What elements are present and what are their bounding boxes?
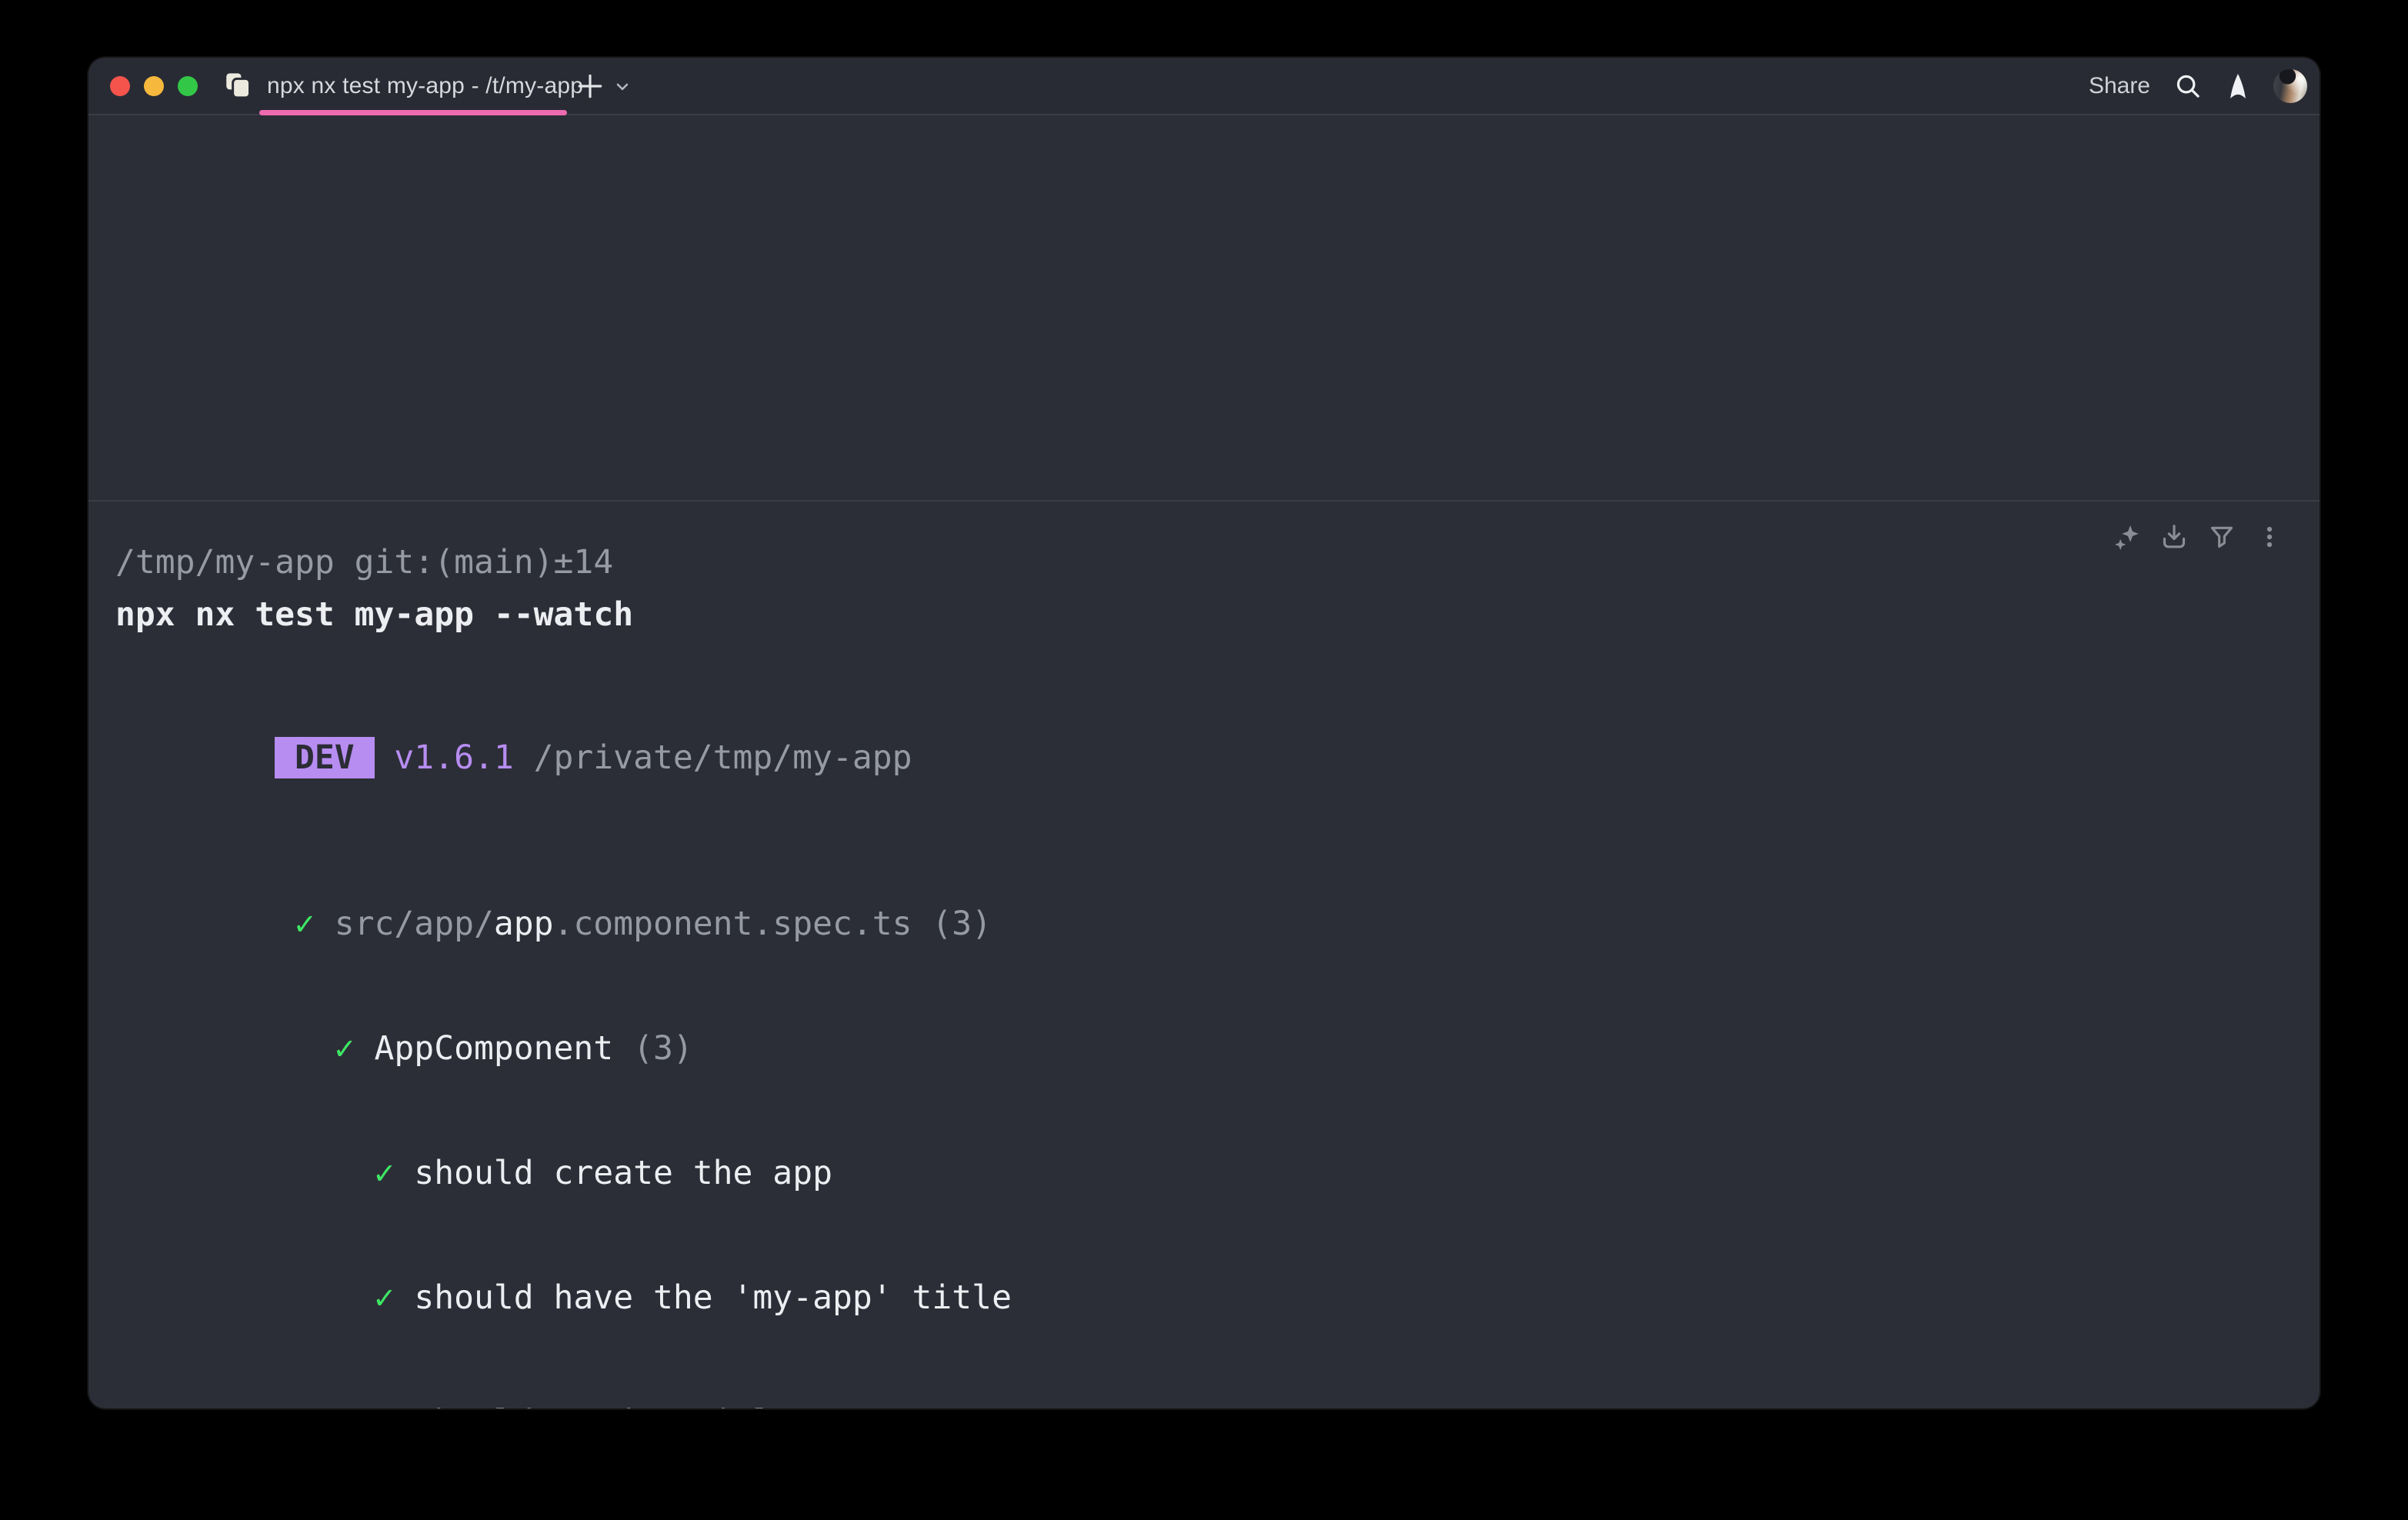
tab-bar-right: Share (2089, 69, 2307, 103)
test-case-row: ✓ should render title (115, 1360, 2289, 1408)
test-case-name: should render title (414, 1403, 792, 1408)
file-dir: src/app/ (335, 905, 494, 943)
tab-title: npx nx test my-app - /t/my-app (267, 73, 583, 99)
project-path: /private/tmp/my-app (534, 738, 912, 777)
download-icon[interactable] (2159, 522, 2190, 552)
zoom-window-button[interactable] (178, 76, 198, 96)
check-icon: ✓ (375, 1278, 395, 1317)
new-tab-icon[interactable] (575, 72, 605, 101)
close-window-button[interactable] (110, 76, 130, 96)
blank-line (115, 820, 2289, 862)
command-text: npx nx test my-app --watch (115, 594, 2289, 635)
test-case-row: ✓ should create the app (115, 1111, 2289, 1235)
terminal-scrollback (88, 115, 2320, 500)
test-suite-row: ✓ AppComponent (3) (115, 986, 2289, 1111)
minimize-window-button[interactable] (144, 76, 164, 96)
filter-icon[interactable] (2206, 522, 2237, 552)
traffic-lights (110, 76, 198, 96)
file-name-rest: .component.spec.ts (554, 905, 912, 943)
terminal-window: npx nx test my-app - /t/my-app Share (88, 58, 2320, 1408)
check-icon: ✓ (335, 1029, 355, 1068)
file-name-highlight: app (494, 905, 554, 943)
vitest-version: v1.6.1 (394, 738, 513, 777)
share-button[interactable]: Share (2089, 73, 2150, 99)
avatar[interactable] (2273, 69, 2307, 103)
dev-badge: DEV (275, 737, 374, 778)
tab-bar: npx nx test my-app - /t/my-app Share (88, 58, 2320, 115)
warp-logo-icon[interactable] (2226, 72, 2250, 100)
shell-prompt: /tmp/my-app git:(main)±14 (115, 542, 2289, 583)
vitest-dev-line: DEV v1.6.1/private/tmp/my-app (115, 695, 2289, 820)
terminal-output: /tmp/my-app git:(main)±14 npx nx test my… (88, 502, 2320, 1408)
sparkles-icon[interactable] (2111, 522, 2142, 552)
tab-active[interactable]: npx nx test my-app - /t/my-app (255, 58, 583, 114)
check-icon: ✓ (375, 1403, 395, 1408)
suite-name: AppComponent (375, 1029, 614, 1068)
check-icon: ✓ (375, 1154, 395, 1192)
file-test-count: (3) (932, 905, 992, 943)
more-vertical-icon[interactable] (2254, 522, 2285, 552)
command-block[interactable]: /tmp/my-app git:(main)±14 npx nx test my… (88, 500, 2320, 1407)
tab-switcher-chevron-icon[interactable] (613, 78, 632, 95)
check-icon: ✓ (295, 905, 315, 943)
tab-active-underline (259, 110, 567, 115)
search-icon[interactable] (2173, 72, 2203, 101)
test-case-name: should have the 'my-app' title (414, 1278, 1012, 1317)
pages-icon[interactable] (222, 70, 255, 102)
test-file-row: ✓ src/app/app.component.spec.ts (3) (115, 862, 2289, 986)
suite-test-count: (3) (633, 1029, 693, 1068)
test-case-name: should create the app (414, 1154, 832, 1192)
block-actions (2111, 522, 2285, 552)
test-case-row: ✓ should have the 'my-app' title (115, 1235, 2289, 1360)
